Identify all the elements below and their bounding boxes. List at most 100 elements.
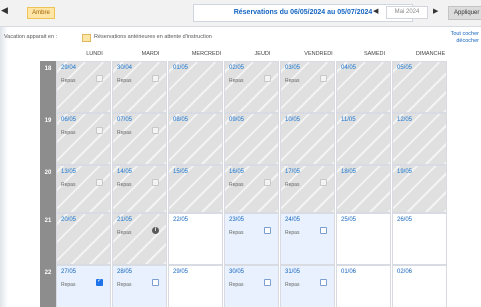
meal-checkbox[interactable] bbox=[320, 279, 327, 286]
meal-checkbox[interactable] bbox=[152, 279, 159, 286]
day-date: 18/05 bbox=[341, 169, 357, 175]
apply-button[interactable]: Appliquer bbox=[448, 6, 481, 20]
day-date: 22/05 bbox=[173, 217, 189, 223]
period-banner: Réservations du 06/05/2024 au 05/07/2024 bbox=[193, 4, 413, 22]
day-cell[interactable]: 28/05 Repas bbox=[112, 265, 167, 307]
day-date: 20/05 bbox=[61, 217, 77, 223]
uncheck-all-link[interactable]: décocher bbox=[449, 38, 479, 45]
day-cell: 04/05 bbox=[336, 61, 391, 113]
week-number: 19 bbox=[40, 113, 56, 165]
day-cell: 20/05 bbox=[56, 213, 111, 265]
day-date: 17/05 bbox=[285, 169, 301, 175]
day-cell: 29/04 Repas bbox=[56, 61, 111, 113]
calendar-page: ◀ Ambre Réservations du 06/05/2024 au 05… bbox=[0, 0, 481, 307]
day-cell[interactable]: 23/05 Repas bbox=[224, 213, 279, 265]
meal-checkbox bbox=[152, 75, 159, 82]
meal-checkbox[interactable] bbox=[264, 227, 271, 234]
legend: Vacation apparait en : Réservations anté… bbox=[0, 30, 481, 44]
day-date: 21/05 bbox=[117, 217, 133, 223]
day-date: 23/05 bbox=[229, 217, 245, 223]
day-cell: 25/05 bbox=[336, 213, 391, 265]
meal-label: Repas bbox=[117, 230, 132, 236]
day-cell[interactable]: 27/05 Repas bbox=[56, 265, 111, 307]
meal-label: Repas bbox=[61, 78, 76, 84]
day-cell: 11/05 bbox=[336, 113, 391, 165]
day-cell: 16/05 Repas bbox=[224, 165, 279, 213]
meal-checkbox[interactable] bbox=[96, 277, 103, 286]
day-date: 03/05 bbox=[285, 65, 301, 71]
meal-label: Repas bbox=[61, 130, 76, 136]
day-header-6: DIMANCHE bbox=[415, 51, 446, 57]
meal-label: Repas bbox=[285, 282, 300, 288]
day-cell[interactable]: 24/05 Repas bbox=[280, 213, 335, 265]
meal-checkbox[interactable] bbox=[320, 227, 327, 234]
day-date: 04/05 bbox=[341, 65, 357, 71]
day-date: 24/05 bbox=[285, 217, 301, 223]
day-cell: 06/05 Repas bbox=[56, 113, 111, 165]
info-icon[interactable]: i bbox=[152, 227, 159, 234]
day-cell: 13/05 Repas bbox=[56, 165, 111, 213]
day-date: 13/05 bbox=[61, 169, 77, 175]
period-from: 06/05/2024 bbox=[290, 9, 326, 16]
toolbar: ◀ Ambre Réservations du 06/05/2024 au 05… bbox=[0, 0, 481, 27]
meal-checkbox bbox=[96, 127, 103, 134]
day-header-5: SAMEDI bbox=[363, 51, 386, 57]
meal-checkbox bbox=[96, 75, 103, 82]
day-date: 30/04 bbox=[117, 65, 133, 71]
day-cell: 07/05 Repas bbox=[112, 113, 167, 165]
select-links: Tout cocher décocher bbox=[449, 31, 479, 45]
prev-month-icon[interactable]: ◀ bbox=[373, 7, 378, 15]
week-number: 18 bbox=[40, 61, 56, 113]
day-date: 05/05 bbox=[397, 65, 413, 71]
month-input[interactable]: Mai 2024 bbox=[386, 6, 428, 19]
day-header-1: MARDI bbox=[141, 51, 160, 57]
week-row: 21 20/05 21/05 Repas i 22/05 23/05 Repas 24/05 Re… bbox=[40, 213, 481, 265]
day-cell: 30/04 Repas bbox=[112, 61, 167, 113]
meal-checkbox[interactable] bbox=[264, 279, 271, 286]
next-month-icon[interactable]: ▶ bbox=[433, 7, 438, 15]
meal-label: Repas bbox=[117, 78, 132, 84]
day-cell: 17/05 Repas bbox=[280, 165, 335, 213]
meal-checkbox bbox=[320, 179, 327, 186]
day-date: 31/05 bbox=[285, 269, 301, 275]
collapse-arrow-icon[interactable]: ◀ bbox=[1, 5, 8, 16]
day-date: 26/05 bbox=[397, 217, 413, 223]
day-cell: 19/05 bbox=[392, 165, 447, 213]
day-cell: 18/05 bbox=[336, 165, 391, 213]
week-row: 18 29/04 Repas 30/04 Repas 01/05 02/05 Repas 03/… bbox=[40, 61, 481, 113]
day-cell: 10/05 bbox=[280, 113, 335, 165]
day-date: 06/05 bbox=[61, 117, 77, 123]
check-all-link[interactable]: Tout cocher bbox=[449, 31, 479, 38]
week-row: 20 13/05 Repas 14/05 Repas 15/05 16/05 Repas 17/… bbox=[40, 165, 481, 213]
meal-checkbox bbox=[152, 179, 159, 186]
day-cell: 15/05 bbox=[168, 165, 223, 213]
day-date: 19/05 bbox=[397, 169, 413, 175]
day-date: 07/05 bbox=[117, 117, 133, 123]
day-date: 12/05 bbox=[397, 117, 413, 123]
day-date: 09/05 bbox=[229, 117, 245, 123]
period-from-label: Réservations du bbox=[233, 9, 289, 16]
day-date: 14/05 bbox=[117, 169, 133, 175]
week-number: 22 bbox=[40, 265, 56, 307]
day-date: 02/05 bbox=[229, 65, 245, 71]
meal-label: Repas bbox=[285, 230, 300, 236]
day-cell: 01/05 bbox=[168, 61, 223, 113]
meal-checkbox bbox=[264, 75, 271, 82]
period-to-label: au bbox=[327, 9, 336, 16]
meal-label: Repas bbox=[285, 182, 300, 188]
day-cell: 22/05 bbox=[168, 213, 223, 265]
meal-checkbox bbox=[320, 75, 327, 82]
meal-checkbox bbox=[96, 179, 103, 186]
day-date: 01/06 bbox=[341, 269, 357, 275]
day-date: 30/05 bbox=[229, 269, 245, 275]
meal-label: Repas bbox=[229, 230, 244, 236]
day-cell[interactable]: 30/05 Repas bbox=[224, 265, 279, 307]
day-header-2: MERCREDI bbox=[191, 51, 222, 57]
day-cell: 03/05 Repas bbox=[280, 61, 335, 113]
day-header-0: LUNDI bbox=[86, 51, 103, 57]
day-cell: 02/06 bbox=[392, 265, 447, 307]
day-cell[interactable]: 31/05 Repas bbox=[280, 265, 335, 307]
day-date: 15/05 bbox=[173, 169, 189, 175]
day-cell: 29/05 bbox=[168, 265, 223, 307]
meal-checkbox bbox=[264, 179, 271, 186]
